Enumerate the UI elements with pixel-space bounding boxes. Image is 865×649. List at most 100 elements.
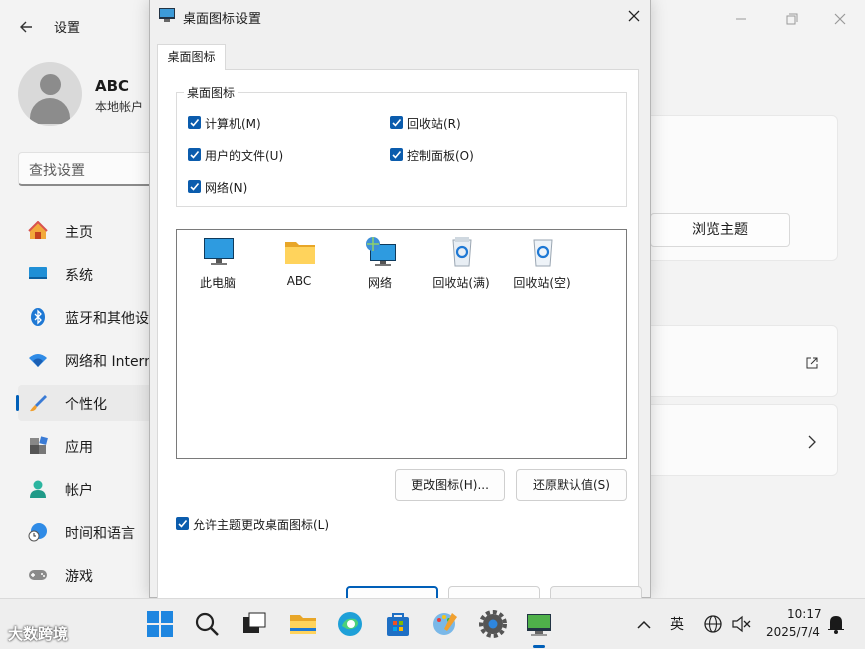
checkmark-icon — [176, 517, 189, 530]
nav-item-gaming[interactable]: 游戏 — [18, 557, 158, 593]
nav-item-personalization[interactable]: 个性化 — [16, 385, 158, 421]
nav-label: 个性化 — [65, 397, 107, 413]
settings-taskbar-button[interactable] — [478, 609, 508, 639]
nav-item-apps[interactable]: 应用 — [18, 428, 158, 464]
change-icon-button[interactable]: 更改图标(H)... — [395, 469, 505, 501]
nav-item-time-language[interactable]: 时间和语言 — [18, 514, 158, 550]
checkbox-label: 控制面板(O) — [407, 149, 474, 163]
volume-button[interactable] — [730, 609, 752, 639]
restore-icon[interactable] — [780, 8, 802, 30]
close-icon[interactable] — [624, 6, 644, 26]
paint-button[interactable] — [430, 609, 460, 639]
globe-icon — [704, 615, 722, 633]
desktop-icon-settings-taskbar-button[interactable] — [524, 609, 554, 648]
store-button[interactable] — [383, 609, 413, 639]
checkbox-label: 用户的文件(U) — [205, 149, 284, 163]
gear-icon — [479, 610, 507, 638]
nav-item-network[interactable]: 网络和 Intern — [18, 342, 158, 378]
search-icon — [195, 612, 219, 636]
task-view-button[interactable] — [239, 609, 269, 639]
monitor-icon — [204, 238, 234, 265]
file-explorer-button[interactable] — [288, 609, 318, 639]
nav-label: 系统 — [65, 268, 93, 284]
network-status-button[interactable] — [702, 609, 724, 639]
gamepad-icon — [29, 570, 47, 580]
browse-themes-button[interactable]: 浏览主题 — [650, 213, 790, 247]
recycle-bin-empty-icon — [533, 239, 553, 267]
icon-recycle-bin-empty[interactable]: 回收站(空) — [502, 234, 582, 296]
clock-date[interactable]: 2025/7/4 — [766, 625, 820, 639]
settings-app-title: 设置 — [54, 21, 81, 36]
clock-time[interactable]: 10:17 — [787, 607, 822, 621]
restore-default-button[interactable]: 还原默认值(S) — [516, 469, 627, 501]
account-type: 本地帐户 — [95, 100, 144, 114]
taskbar: 大数跨境 英 10:17 2025/7/4 — [0, 598, 865, 649]
tab-panel: 桌面图标 计算机(M) 回收站(R) 用户的文件(U) 控制面板(O) 网络(N… — [157, 69, 639, 609]
desktop-icon-list: 此电脑 ABC 网络 回收站(满) 回收站(空) — [176, 229, 627, 459]
tab-desktop-icons[interactable]: 桌面图标 — [157, 44, 226, 70]
nav-label: 主页 — [65, 225, 93, 241]
external-link-icon — [806, 357, 818, 369]
recycle-bin-full-icon — [452, 237, 472, 267]
windows-logo-icon — [147, 611, 173, 637]
checkbox-label: 计算机(M) — [205, 117, 261, 131]
nav-item-system[interactable]: 系统 — [18, 256, 158, 292]
group-label: 桌面图标 — [184, 84, 239, 101]
checkmark-icon — [188, 180, 201, 193]
icon-caption: 回收站(空) — [513, 276, 571, 290]
volume-muted-icon — [732, 615, 751, 633]
nav-label: 游戏 — [65, 569, 93, 585]
back-arrow-icon[interactable] — [16, 16, 38, 38]
checkmark-icon — [390, 148, 403, 161]
edge-button[interactable] — [335, 609, 365, 639]
nav-item-bluetooth[interactable]: 蓝牙和其他设 — [18, 299, 158, 335]
icon-caption: 网络 — [367, 276, 392, 290]
display-settings-icon — [527, 614, 551, 636]
bell-icon — [828, 616, 844, 634]
checkbox-label: 回收站(R) — [407, 117, 461, 131]
brush-icon — [30, 395, 47, 412]
icon-caption: ABC — [286, 274, 312, 288]
nav-label: 蓝牙和其他设 — [65, 311, 149, 327]
home-icon — [28, 221, 48, 239]
icon-caption: 此电脑 — [199, 276, 236, 290]
apps-icon — [30, 436, 48, 454]
checkmark-icon — [188, 116, 201, 129]
nav-label: 帐户 — [65, 483, 93, 499]
watermark: 大数跨境 — [8, 625, 69, 643]
nav-item-home[interactable]: 主页 — [18, 213, 158, 249]
bluetooth-icon — [31, 308, 45, 326]
checkbox-label: 允许主题更改桌面图标(L) — [193, 518, 330, 532]
desktop-icon-settings-dialog: 桌面图标设置 桌面图标 桌面图标 计算机(M) 回收站(R) 用户的文件(U) … — [149, 0, 651, 616]
checkmark-icon — [188, 148, 201, 161]
checkbox-label: 网络(N) — [205, 181, 248, 195]
task-view-icon — [243, 612, 266, 633]
notifications-button[interactable] — [825, 609, 847, 639]
palette-icon — [433, 613, 457, 635]
network-icon — [366, 237, 396, 266]
icon-network[interactable]: 网络 — [340, 234, 420, 296]
wifi-icon — [29, 354, 47, 367]
icon-recycle-bin-full[interactable]: 回收站(满) — [421, 234, 501, 296]
nav-label: 时间和语言 — [65, 526, 135, 542]
edge-icon — [338, 612, 362, 636]
chevron-up-icon — [637, 620, 651, 629]
icon-this-pc[interactable]: 此电脑 — [178, 234, 258, 296]
account-icon — [30, 480, 46, 498]
show-hidden-icons-button[interactable] — [634, 609, 654, 639]
checkmark-icon — [390, 116, 403, 129]
close-window-icon[interactable] — [829, 8, 851, 30]
desktop-icons-group: 桌面图标 计算机(M) 回收站(R) 用户的文件(U) 控制面板(O) 网络(N… — [176, 84, 627, 207]
icon-user-folder[interactable]: ABC — [259, 234, 339, 296]
ime-indicator[interactable]: 英 — [670, 614, 684, 634]
minimize-icon[interactable] — [730, 8, 752, 30]
nav-item-accounts[interactable]: 帐户 — [18, 471, 158, 507]
nav-label: 网络和 Intern — [65, 354, 153, 370]
folder-icon — [285, 242, 315, 264]
store-icon — [387, 613, 409, 636]
user-name: ABC — [95, 77, 130, 95]
search-button[interactable] — [192, 609, 222, 639]
user-avatar[interactable] — [18, 62, 82, 126]
start-button[interactable] — [145, 609, 175, 639]
nav-label: 应用 — [65, 440, 93, 456]
